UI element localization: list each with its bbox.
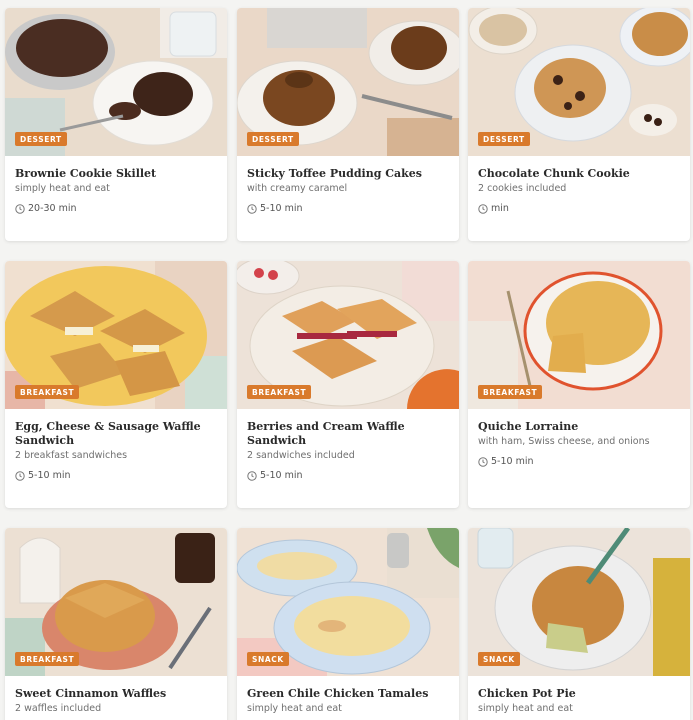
cook-time: min [478,203,682,214]
product-card[interactable]: DESSERT Sticky Toffee Pudding Cakes with… [237,8,459,241]
cook-time: 20-30 min [15,203,219,214]
product-card[interactable]: SNACK Chicken Pot Pie simply heat and ea… [468,528,690,720]
product-subtitle: 2 cookies included [478,183,567,194]
product-title: Chocolate Chunk Cookie [478,167,630,180]
product-subtitle: 2 breakfast sandwiches [15,450,128,461]
clock-icon [15,203,25,214]
category-badge: BREAKFAST [478,385,543,399]
product-title: Berries and Cream Waffle Sandwich [247,420,405,447]
category-badge: BREAKFAST [247,385,312,399]
product-subtitle: with ham, Swiss cheese, and onions [478,436,650,447]
product-subtitle: simply heat and eat [15,183,110,194]
product-title: Quiche Lorraine [478,420,579,433]
clock-icon [478,203,488,214]
product-title: Brownie Cookie Skillet [15,167,157,180]
product-card[interactable]: DESSERT Chocolate Chunk Cookie 2 cookies… [468,8,690,241]
category-badge: SNACK [478,652,520,666]
cook-time-label: min [491,203,509,214]
cook-time: 5-10 min [247,203,451,214]
category-badge: SNACK [247,652,289,666]
cook-time: 5-10 min [247,470,451,481]
clock-icon [478,456,488,467]
cook-time: 5-10 min [15,470,219,481]
cook-time-label: 5-10 min [260,470,303,481]
category-badge: DESSERT [247,132,299,146]
product-subtitle: 2 waffles included [15,703,102,714]
product-card[interactable]: BREAKFAST Egg, Cheese & Sausage Waffle S… [5,261,227,508]
clock-icon [247,470,257,481]
clock-icon [247,203,257,214]
product-subtitle: with creamy caramel [247,183,348,194]
product-title: Sticky Toffee Pudding Cakes [247,167,422,180]
category-badge: BREAKFAST [15,652,80,666]
category-badge: DESSERT [478,132,530,146]
category-badge: BREAKFAST [15,385,80,399]
cook-time-label: 5-10 min [260,203,303,214]
product-title: Chicken Pot Pie [478,687,576,700]
cook-time: 5-10 min [478,456,682,467]
product-card[interactable]: DESSERT Brownie Cookie Skillet simply he… [5,8,227,241]
product-grid: DESSERT Brownie Cookie Skillet simply he… [0,0,693,720]
cook-time-label: 20-30 min [28,203,77,214]
cook-time-label: 5-10 min [491,456,534,467]
product-title: Egg, Cheese & Sausage Waffle Sandwich [15,420,201,447]
product-card[interactable]: BREAKFAST Sweet Cinnamon Waffles 2 waffl… [5,528,227,720]
product-card[interactable]: BREAKFAST Quiche Lorraine with ham, Swis… [468,261,690,508]
product-subtitle: simply heat and eat [478,703,573,714]
product-title: Green Chile Chicken Tamales [247,687,429,700]
product-title: Sweet Cinnamon Waffles [15,687,167,700]
category-badge: DESSERT [15,132,67,146]
product-subtitle: simply heat and eat [247,703,342,714]
clock-icon [15,470,25,481]
cook-time-label: 5-10 min [28,470,71,481]
product-subtitle: 2 sandwiches included [247,450,355,461]
product-card[interactable]: BREAKFAST Berries and Cream Waffle Sandw… [237,261,459,508]
product-card[interactable]: SNACK Green Chile Chicken Tamales simply… [237,528,459,720]
